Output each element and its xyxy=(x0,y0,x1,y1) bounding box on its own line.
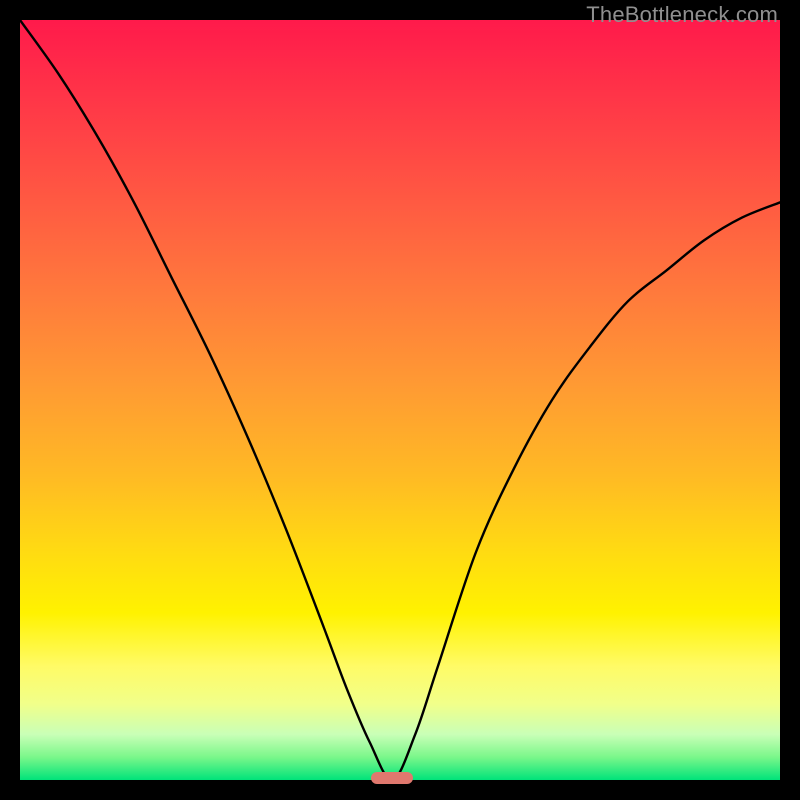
chart-frame: TheBottleneck.com xyxy=(0,0,800,800)
minimum-marker xyxy=(371,772,413,784)
plot-area xyxy=(20,20,780,780)
watermark-text: TheBottleneck.com xyxy=(586,2,778,28)
bottleneck-curve xyxy=(20,20,780,780)
